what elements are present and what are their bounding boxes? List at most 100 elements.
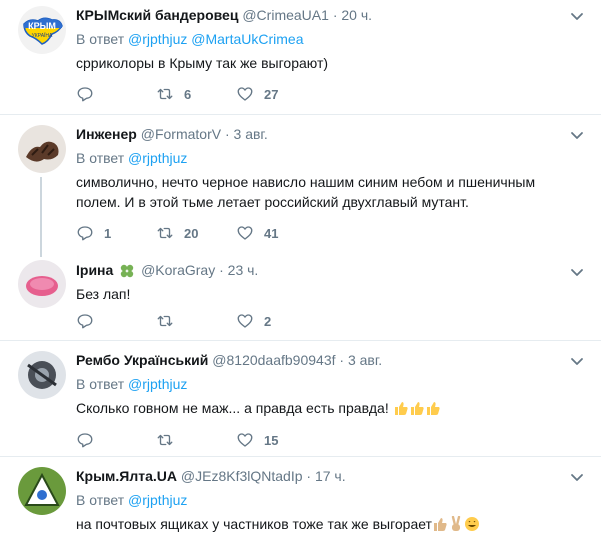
mention-link[interactable]: @rjpthjuz bbox=[128, 376, 187, 392]
reply-count: 1 bbox=[104, 225, 112, 241]
chevron-down-icon[interactable] bbox=[569, 264, 585, 280]
retweet-button[interactable] bbox=[156, 312, 236, 330]
tweet-header: КРЫМский бандеровец @CrimeaUA1 · 20 ч. bbox=[76, 5, 589, 25]
reply-button[interactable]: 1 bbox=[76, 224, 156, 242]
timestamp[interactable]: 3 авг. bbox=[234, 126, 268, 142]
grin-icon bbox=[464, 517, 479, 531]
reply-icon bbox=[77, 433, 93, 448]
reply-button[interactable] bbox=[76, 431, 156, 449]
avatar-yalta-image bbox=[18, 467, 66, 515]
thumbs-up-icon bbox=[433, 518, 447, 531]
reply-prefix: В ответ bbox=[76, 31, 125, 47]
thumbs-up-icon bbox=[426, 402, 440, 415]
tweet-text: на почтовых ящиках у частников тоже так … bbox=[76, 516, 432, 532]
avatar[interactable] bbox=[18, 125, 66, 173]
tweet-actions: 2 bbox=[76, 311, 316, 331]
retweet-icon bbox=[157, 88, 173, 100]
display-name[interactable]: Крым.Ялта.UA bbox=[76, 468, 177, 484]
retweet-icon bbox=[157, 315, 173, 327]
reply-context: В ответ @rjpthjuz @MartaUkCrimea bbox=[76, 29, 589, 49]
user-handle[interactable]: @JEz8Kf3lQNtadIp bbox=[181, 468, 303, 484]
chevron-down-icon[interactable] bbox=[569, 127, 585, 143]
avatar-iryna-image bbox=[18, 260, 66, 308]
display-name[interactable]: Рембо Український bbox=[76, 352, 208, 368]
tweet-3[interactable]: Ірина @KoraGray · 23 ч. Без лап! 2 bbox=[0, 256, 601, 340]
tweet-text: Без лап! bbox=[76, 286, 131, 302]
tweet-actions: 6 27 bbox=[76, 84, 316, 104]
retweet-icon bbox=[157, 434, 173, 446]
thumbs-up-icon bbox=[410, 402, 424, 415]
reply-icon bbox=[77, 87, 93, 102]
reply-button[interactable] bbox=[76, 312, 156, 330]
chevron-down-icon[interactable] bbox=[569, 353, 585, 369]
display-name[interactable]: Ірина bbox=[76, 262, 113, 278]
mention-link[interactable]: @rjpthjuz bbox=[128, 150, 187, 166]
separator-dot: · bbox=[219, 262, 224, 278]
separator-dot: · bbox=[339, 352, 345, 368]
like-count: 27 bbox=[264, 86, 279, 102]
display-name[interactable]: Инженер bbox=[76, 126, 137, 142]
chevron-down-icon[interactable] bbox=[569, 469, 585, 485]
svg-text:УКРАЇНА: УКРАЇНА bbox=[32, 32, 53, 39]
tweet-text-row: на почтовых ящиках у частников тоже так … bbox=[76, 514, 556, 534]
separator-dot: · bbox=[224, 126, 230, 142]
reply-prefix: В ответ bbox=[76, 492, 125, 508]
like-icon bbox=[237, 314, 253, 328]
user-handle[interactable]: @CrimeaUA1 bbox=[242, 7, 329, 23]
retweet-button[interactable]: 20 bbox=[156, 224, 236, 242]
retweet-button[interactable]: 6 bbox=[156, 85, 236, 103]
separator-dot: · bbox=[332, 7, 338, 23]
user-handle[interactable]: @8120daafb90943f bbox=[212, 352, 335, 368]
avatar[interactable]: КРЫМ УКРАЇНА bbox=[18, 6, 66, 54]
avatar-rembo-image bbox=[18, 351, 66, 399]
separator-dot: · bbox=[306, 468, 312, 484]
like-button[interactable]: 15 bbox=[236, 431, 316, 449]
retweet-count: 6 bbox=[184, 86, 192, 102]
tweet-header: Ірина @KoraGray · 23 ч. bbox=[76, 260, 589, 280]
timestamp[interactable]: 20 ч. bbox=[341, 7, 372, 23]
retweet-icon bbox=[157, 227, 173, 239]
clover-icon bbox=[120, 265, 134, 278]
display-name[interactable]: КРЫМский бандеровец bbox=[76, 7, 238, 23]
tweet-4[interactable]: Рембо Український @8120daafb90943f · 3 а… bbox=[0, 341, 601, 456]
like-icon bbox=[237, 433, 253, 447]
timestamp[interactable]: 23 ч. bbox=[228, 262, 259, 278]
victory-hand-icon bbox=[451, 516, 461, 531]
like-button[interactable]: 27 bbox=[236, 85, 316, 103]
svg-text:КРЫМ: КРЫМ bbox=[28, 21, 56, 31]
user-handle[interactable]: @FormatorV bbox=[141, 126, 221, 142]
avatar[interactable] bbox=[18, 467, 66, 515]
mention-link[interactable]: @rjpthjuz bbox=[128, 31, 187, 47]
user-handle[interactable]: @KoraGray bbox=[141, 262, 215, 278]
reply-context: В ответ @rjpthjuz bbox=[76, 374, 589, 394]
tweet-actions: 1 20 41 bbox=[76, 223, 316, 243]
chevron-down-icon[interactable] bbox=[569, 8, 585, 24]
avatar-engineer-image bbox=[18, 125, 66, 173]
reply-prefix: В ответ bbox=[76, 150, 125, 166]
reply-context: В ответ @rjpthjuz bbox=[76, 148, 589, 168]
avatar[interactable] bbox=[18, 260, 66, 308]
reply-button[interactable] bbox=[76, 85, 156, 103]
tweet-text-row: Сколько говном не маж... а правда есть п… bbox=[76, 398, 556, 418]
like-button[interactable]: 2 bbox=[236, 312, 316, 330]
timestamp[interactable]: 17 ч. bbox=[315, 468, 346, 484]
tweet-header: Крым.Ялта.UA @JEz8Kf3lQNtadIp · 17 ч. bbox=[76, 466, 589, 486]
reply-icon bbox=[77, 226, 93, 241]
like-count: 15 bbox=[264, 432, 279, 448]
retweet-button[interactable] bbox=[156, 431, 236, 449]
tweet-header: Рембо Український @8120daafb90943f · 3 а… bbox=[76, 350, 589, 370]
avatar-crimea-image: КРЫМ УКРАЇНА bbox=[18, 6, 66, 54]
mention-link[interactable]: @MartaUkCrimea bbox=[191, 31, 303, 47]
like-button[interactable]: 41 bbox=[236, 224, 316, 242]
avatar[interactable] bbox=[18, 351, 66, 399]
like-icon bbox=[237, 226, 253, 240]
tweet-5[interactable]: Крым.Ялта.UA @JEz8Kf3lQNtadIp · 17 ч. В … bbox=[0, 457, 601, 546]
timestamp[interactable]: 3 авг. bbox=[348, 352, 382, 368]
reply-context: В ответ @rjpthjuz bbox=[76, 490, 589, 510]
tweet-1[interactable]: КРЫМ УКРАЇНА КРЫМский бандеровец @Crimea… bbox=[0, 0, 601, 114]
tweet-text: Сколько говном не маж... а правда есть п… bbox=[76, 400, 389, 416]
tweet-2[interactable]: Инженер @FormatorV · 3 авг. В ответ @rjp… bbox=[0, 115, 601, 257]
like-icon bbox=[237, 87, 253, 101]
tweet-text: символично, нечто черное нависло нашим с… bbox=[76, 174, 536, 210]
mention-link[interactable]: @rjpthjuz bbox=[128, 492, 187, 508]
